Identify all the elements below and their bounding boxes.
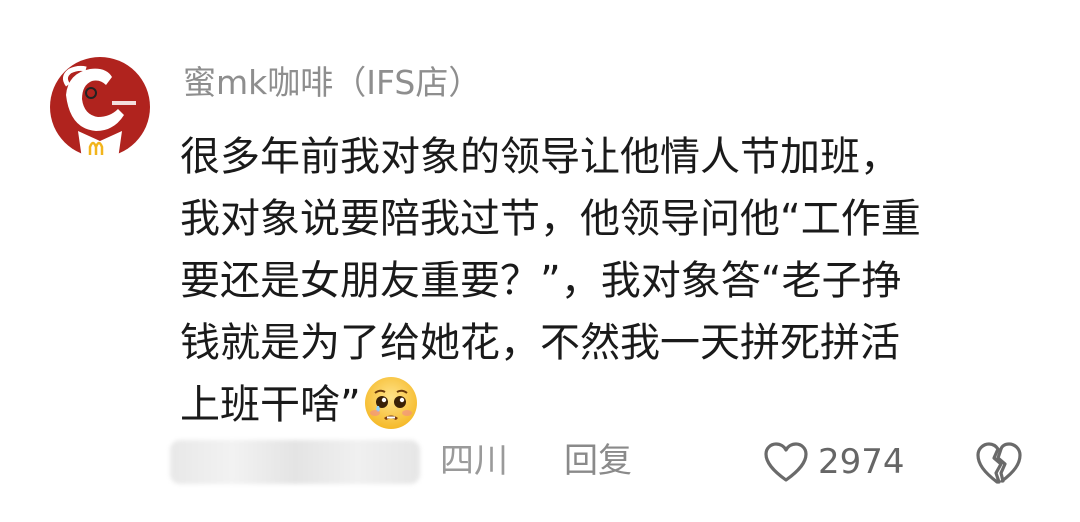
comment-line: 很多年前我对象的领导让他情人节加班， [180, 134, 900, 180]
comment-line: 钱就是为了给她花，不然我一天拼死拼活 [180, 320, 900, 366]
reply-button[interactable]: 回复 [564, 436, 632, 486]
comment-text: 很多年前我对象的领导让他情人节加班， 我对象说要陪我过节，他领导问他“工作重 要… [180, 126, 1040, 436]
comment-line: 上班干啥” [180, 382, 361, 428]
like-count: 2974 [818, 442, 905, 482]
comment-card: 蜜mk咖啡（IFS店） 很多年前我对象的领导让他情人节加班， 我对象说要陪我过节… [0, 0, 1080, 522]
username[interactable]: 蜜mk咖啡（IFS店） [183, 58, 481, 108]
comment-line: 要还是女朋友重要？”，我对象答“老子挣 [180, 258, 902, 304]
comment-line-last: 上班干啥” [180, 374, 1040, 436]
comment-line: 我对象说要陪我过节，他领导问他“工作重 [180, 196, 921, 242]
comment-footer: 四川 回复 2974 [0, 432, 1080, 492]
like-button[interactable]: 2974 [762, 434, 905, 490]
avatar-logo-icon [48, 55, 152, 159]
blurred-timestamp [170, 440, 420, 484]
broken-heart-icon[interactable] [974, 440, 1024, 486]
avatar[interactable] [48, 55, 152, 159]
pleading-face-emoji-icon [363, 375, 419, 431]
heart-outline-icon [764, 442, 808, 482]
location-label: 四川 [440, 441, 508, 481]
